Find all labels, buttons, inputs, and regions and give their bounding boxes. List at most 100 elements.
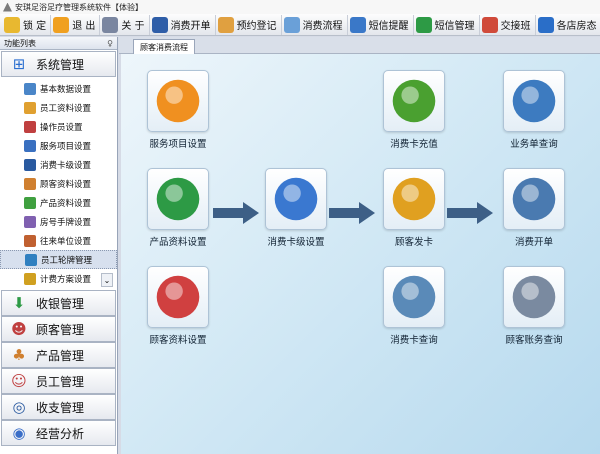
flow-icon <box>283 16 300 33</box>
toolbar-button-2[interactable]: 关 于 <box>100 14 150 35</box>
scroll-down-icon[interactable]: ⌄ <box>101 273 113 287</box>
pin-icon[interactable]: ♀ <box>107 39 113 48</box>
toolbar-button-8[interactable]: 交接班 <box>480 14 536 35</box>
order-query-icon <box>512 79 556 123</box>
service-project-icon <box>156 79 200 123</box>
flow-tile-7[interactable] <box>147 266 209 328</box>
sidebar-item-icon <box>24 82 36 95</box>
toolbar-button-1[interactable]: 退 出 <box>51 14 101 35</box>
function-panel: 功能列表 ♀ ⊞ 系统管理 基本数据设置员工资料设置 操作员设置服务项目设置 消费卡级… <box>0 37 118 454</box>
flow-tile-label[interactable]: 消费卡级设置 <box>267 234 324 248</box>
group-label: 收支管理 <box>36 400 85 415</box>
sidebar-item-icon <box>24 120 36 133</box>
toolbar-button-5[interactable]: 消费流程 <box>282 14 348 35</box>
sidebar-item-label: 产品资料设置 <box>40 198 92 209</box>
flow-tile-4[interactable] <box>265 168 327 230</box>
toolbar-label: 锁 定 <box>23 21 47 32</box>
panel-title: 功能列表 <box>4 38 36 48</box>
flow-tile-5[interactable] <box>383 168 445 230</box>
flow-tile-8[interactable] <box>383 266 445 328</box>
windows-icon: ⊞ <box>12 55 26 73</box>
flow-tile-label[interactable]: 服务项目设置 <box>149 136 206 150</box>
flow-tile-3[interactable] <box>147 168 209 230</box>
group-5[interactable]: ◎ 收支管理 <box>1 394 116 420</box>
sidebar-item-label: 操作员设置 <box>40 122 83 133</box>
panel-header: 功能列表 ♀ <box>0 37 117 50</box>
flow-tile-label[interactable]: 顾客账务查询 <box>505 332 562 346</box>
sidebar-item[interactable]: 基本数据设置 <box>0 79 117 98</box>
sidebar-item[interactable]: 顾客资料设置 <box>0 174 117 193</box>
toolbar-button-3[interactable]: 消费开单 <box>150 14 216 35</box>
toolbar-label: 消费流程 <box>302 21 343 32</box>
shift-icon <box>481 16 498 33</box>
about-icon <box>102 16 119 33</box>
sidebar-item-label: 消费卡级设置 <box>40 160 92 171</box>
sidebar-item-label: 往来单位设置 <box>40 236 92 247</box>
tab-customer-flow[interactable]: 顾客消费流程 <box>133 39 195 54</box>
product-data-icon <box>156 177 200 221</box>
sidebar-item-label: 服务项目设置 <box>40 141 92 152</box>
flow-tile-label[interactable]: 消费卡充值 <box>390 136 438 150</box>
issue-card-icon <box>392 177 436 221</box>
sidebar-item[interactable]: 操作员设置 <box>0 117 117 136</box>
flow-tile-label[interactable]: 产品资料设置 <box>149 234 206 248</box>
sidebar-item-label: 员工资料设置 <box>40 103 92 114</box>
sidebar-item[interactable]: 消费卡级设置 <box>0 155 117 174</box>
card-query-icon <box>392 275 436 319</box>
toolbar-label: 短信管理 <box>434 21 475 32</box>
flow-tile-9[interactable] <box>503 266 565 328</box>
flow-tile-label[interactable]: 业务单查询 <box>510 136 558 150</box>
staff-icon: ☺ <box>11 372 27 390</box>
flow-tile-label[interactable]: 消费卡查询 <box>390 332 438 346</box>
window-title: 安琪足浴足疗管理系统软件【体验】 <box>15 2 143 12</box>
toolbar-label: 交接班 <box>500 21 531 32</box>
toolbar-button-7[interactable]: 短信管理 <box>414 14 480 35</box>
sidebar-item-label: 房号手牌设置 <box>40 217 92 228</box>
sidebar-item[interactable]: 服务项目设置 <box>0 136 117 155</box>
group-label: 产品管理 <box>36 348 85 363</box>
toolbar-button-9[interactable]: 各店房态 <box>536 15 600 35</box>
toolbar-button-6[interactable]: 短信提醒 <box>348 14 414 35</box>
flow-arrow-icon <box>329 202 375 224</box>
toolbar-label: 退 出 <box>72 21 96 32</box>
toolbar-label: 短信提醒 <box>368 21 409 32</box>
group-0[interactable]: ⊞ 系统管理 <box>1 51 116 77</box>
sidebar-item[interactable]: 往来单位设置 <box>0 231 117 250</box>
flow-tile-label[interactable]: 顾客资料设置 <box>149 332 206 346</box>
title-bar: 安琪足浴足疗管理系统软件【体验】 <box>0 0 600 14</box>
sidebar-item-icon <box>24 215 36 228</box>
toolbar-label: 消费开单 <box>170 21 211 32</box>
open-bill-icon <box>512 177 556 221</box>
sidebar-item[interactable]: 员工资料设置 <box>0 98 117 117</box>
group-1[interactable]: ⬇ 收银管理 <box>1 290 116 316</box>
toolbar-button-4[interactable]: 预约登记 <box>216 14 282 35</box>
flow-tile-0[interactable] <box>147 70 209 132</box>
cart-icon <box>151 16 168 33</box>
group-label: 收银管理 <box>36 296 85 311</box>
sidebar-item-icon <box>24 158 36 171</box>
flow-tile-2[interactable] <box>503 70 565 132</box>
flow-tile-1[interactable] <box>383 70 445 132</box>
sidebar-item[interactable]: 产品资料设置 <box>0 193 117 212</box>
lock-icon <box>4 16 20 33</box>
group-4[interactable]: ☺ 员工管理 <box>1 368 116 394</box>
sidebar-item[interactable]: 计费方案设置 <box>0 269 117 288</box>
sidebar-item-icon <box>24 272 36 285</box>
app-icon <box>3 2 12 12</box>
finance-icon: ◎ <box>12 398 26 416</box>
sidebar-item[interactable]: 员工轮牌管理 <box>0 250 117 269</box>
sidebar-item-label: 计费方案设置 <box>40 274 92 285</box>
toolbar-button-0[interactable]: 锁 定 <box>2 14 52 35</box>
group-3[interactable]: ♣ 产品管理 <box>1 342 116 368</box>
group-2[interactable]: ☻ 顾客管理 <box>1 316 116 342</box>
exit-icon <box>53 16 70 33</box>
flow-arrow-icon <box>447 202 493 224</box>
flow-tile-label[interactable]: 顾客发卡 <box>395 234 433 248</box>
sms-manage-icon <box>415 16 432 33</box>
sidebar-item[interactable]: 房号手牌设置 <box>0 212 117 231</box>
flow-tile-6[interactable] <box>503 168 565 230</box>
tab-bar: 顾客消费流程 <box>119 37 600 54</box>
flow-tile-label[interactable]: 消费开单 <box>515 234 553 248</box>
group-6[interactable]: ◉ 经营分析 <box>1 420 116 446</box>
analysis-icon: ◉ <box>12 424 26 442</box>
